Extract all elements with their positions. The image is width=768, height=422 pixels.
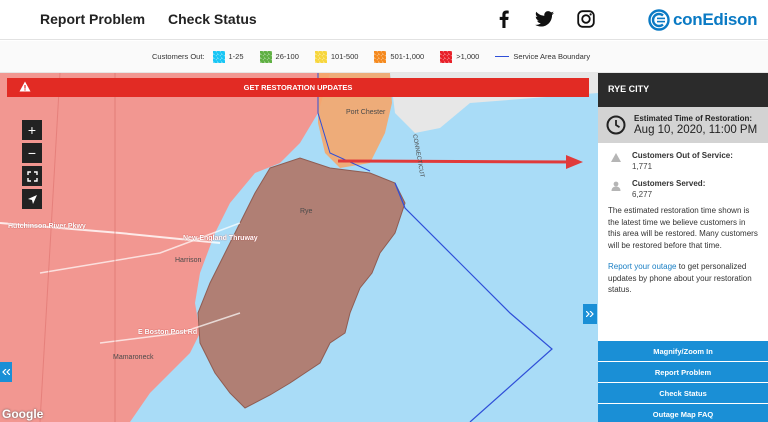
fullscreen-button[interactable] [22, 166, 42, 186]
legend-swatch [212, 50, 225, 63]
outage-map[interactable]: Port Chester Rye Harrison Mamaroneck New… [0, 73, 598, 422]
user-icon [611, 181, 621, 191]
customers-out-value: 1,771 [632, 162, 653, 171]
customers-served-label: Customers Served: [632, 179, 706, 188]
instagram-icon[interactable] [575, 8, 597, 30]
map-label-rye: Rye [300, 208, 313, 215]
magnify-zoom-button[interactable]: Magnify/Zoom In [598, 341, 768, 361]
zoom-in-button[interactable]: + [22, 120, 42, 140]
boundary-line-icon [495, 56, 510, 57]
customers-out-label: Customers Out of Service: [632, 151, 733, 160]
customers-served-value: 6,277 [632, 190, 653, 199]
map-label-hutchinson-pkwy: Hutchinson River Pkwy [8, 223, 86, 230]
restoration-updates-banner[interactable]: GET RESTORATION UPDATES [7, 78, 589, 97]
google-attribution: Google [2, 407, 44, 421]
legend-item-label: 501-1,000 [390, 52, 425, 61]
panel-title: RYE CITY [598, 73, 768, 107]
area-info-panel: RYE CITY Estimated Time of Restoration: … [598, 73, 768, 422]
report-outage-text: Report your outage to get personalized u… [598, 261, 768, 296]
conedison-logo-mark-icon [648, 9, 670, 31]
report-outage-link[interactable]: Report your outage [608, 262, 677, 271]
nav-check-status-link[interactable]: Check Status [168, 11, 257, 27]
map-canvas [0, 73, 598, 422]
legend-item-over-1000: >1,000 [440, 50, 480, 63]
legend-swatch [259, 50, 272, 63]
expand-icon [26, 170, 38, 182]
map-label-harrison: Harrison [175, 257, 202, 264]
twitter-icon[interactable] [533, 8, 555, 30]
service-boundary-line [394, 182, 553, 422]
outage-map-faq-button[interactable]: Outage Map FAQ [598, 404, 768, 422]
legend-item-label: Service Area Boundary [513, 52, 591, 61]
brand-name: conEdison [673, 10, 758, 29]
customers-served-stat: Customers Served: 6,277 [598, 171, 768, 205]
map-label-boston-post-rd: E Boston Post Rd [138, 329, 198, 336]
map-label-port-chester: Port Chester [346, 109, 386, 116]
map-label-new-england-thruway: New England Thruway [183, 235, 258, 242]
legend-item-boundary: Service Area Boundary [495, 52, 590, 61]
restoration-time-box: Estimated Time of Restoration: Aug 10, 2… [598, 107, 768, 143]
double-chevron-right-icon [586, 311, 594, 317]
top-navigation: Report Problem Check Status conEdison [0, 0, 768, 40]
legend-item-label: 1-25 [228, 52, 244, 61]
nav-report-problem-link[interactable]: Report Problem [40, 11, 145, 27]
facebook-icon[interactable] [493, 8, 515, 30]
legend-item-label: >1,000 [456, 52, 480, 61]
location-arrow-icon [27, 194, 37, 204]
zoom-out-button[interactable]: − [22, 143, 42, 163]
legend-item-501-1000: 501-1,000 [374, 50, 425, 63]
legend-swatch [314, 50, 327, 63]
restoration-updates-label: GET RESTORATION UPDATES [243, 83, 353, 92]
map-label-mamaroneck: Mamaroneck [113, 354, 154, 361]
legend-label: Customers Out: [152, 52, 205, 61]
legend-swatch [374, 50, 387, 63]
collapse-left-button[interactable] [0, 362, 12, 382]
double-chevron-left-icon [2, 369, 10, 375]
restoration-time-value: Aug 10, 2020, 11:00 PM [634, 124, 758, 136]
clock-icon [606, 115, 626, 135]
restoration-time-label: Estimated Time of Restoration: [634, 114, 753, 123]
collapse-panel-button[interactable] [583, 304, 597, 324]
legend-item-101-500: 101-500 [314, 50, 359, 63]
restoration-explanation: The estimated restoration time shown is … [608, 206, 758, 250]
legend-item-label: 101-500 [330, 52, 359, 61]
customers-out-stat: Customers Out of Service: 1,771 [598, 143, 768, 171]
warning-icon [19, 81, 31, 92]
locate-button[interactable] [22, 189, 42, 209]
check-status-button[interactable]: Check Status [598, 383, 768, 403]
legend-bar: Customers Out: 1-25 26-100 101-500 501-1… [0, 41, 768, 73]
report-problem-button[interactable]: Report Problem [598, 362, 768, 382]
legend-item-label: 26-100 [275, 52, 299, 61]
legend-swatch [440, 50, 453, 63]
legend-item-26-100: 26-100 [259, 50, 299, 63]
legend-item-1-25: 1-25 [212, 50, 244, 63]
warning-triangle-icon [611, 153, 621, 162]
conedison-logo[interactable]: conEdison [648, 9, 758, 31]
